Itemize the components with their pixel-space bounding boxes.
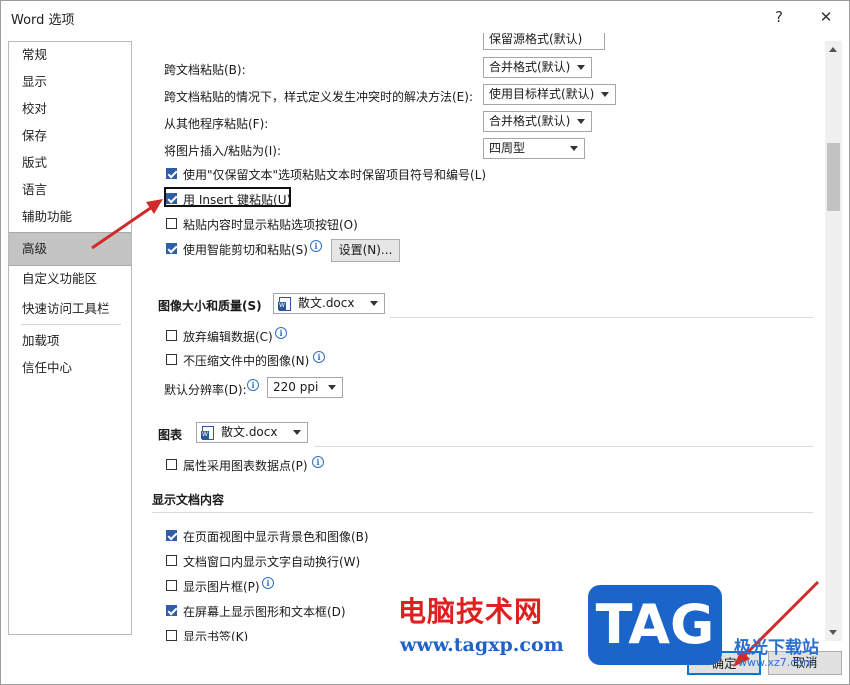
watermark-extra-url: www.xz7.com [738,656,814,669]
red-arrow-icon [91,199,163,250]
watermark-site-url: www.tagxp.com [400,634,564,656]
watermark-extra-name: 极光下载站 [734,638,819,658]
watermark-site-name: 电脑技术网 [398,595,544,628]
annotation-arrows [91,199,820,667]
tag-logo-icon: TAG [588,585,722,665]
